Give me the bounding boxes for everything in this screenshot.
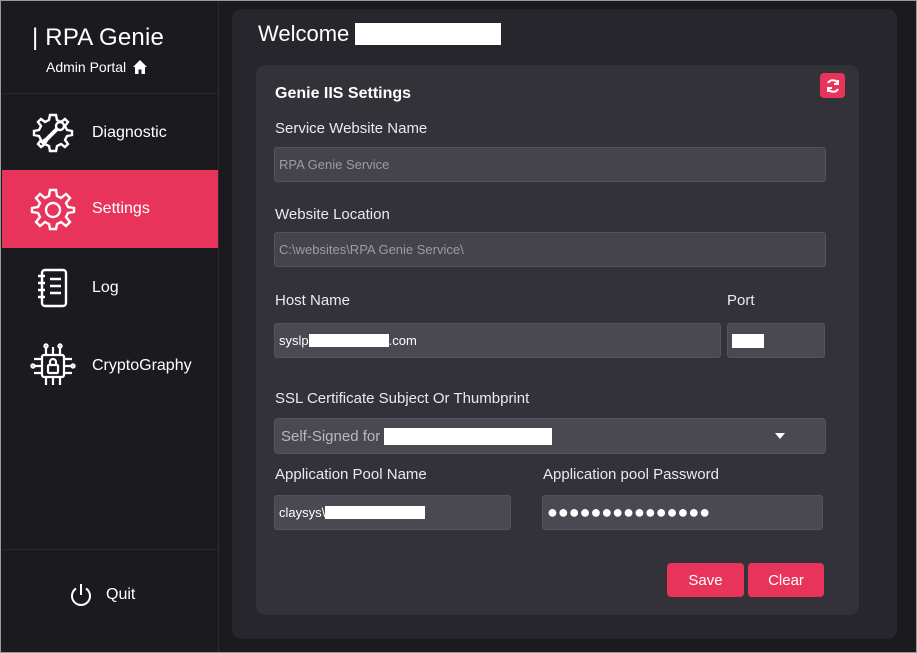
save-button[interactable]: Save [667,563,744,597]
brand: | RPA Genie Admin Portal [2,2,218,94]
refresh-button[interactable] [820,73,845,98]
service-name-label: Service Website Name [275,120,428,137]
sidebar: | RPA Genie Admin Portal Diagnostic Sett… [2,2,218,652]
website-location-field[interactable]: C:\websites\RPA Genie Service\ [274,232,826,267]
gear-icon [28,184,78,234]
sidebar-separator [218,2,219,652]
website-location-label: Website Location [275,206,390,223]
ssl-certificate-select[interactable]: Self-Signed for [274,418,826,454]
welcome-text: Welcome [258,21,350,46]
ssl-selected-value: Self-Signed for [281,427,381,445]
redacted-host [308,334,389,347]
sidebar-item-diagnostic[interactable]: Diagnostic [2,94,218,172]
sidebar-item-label: Diagnostic [92,124,167,141]
notebook-icon [28,263,78,313]
main-panel: Welcome Genie IIS Settings Service Websi… [232,9,897,639]
chevron-down-icon [775,433,785,439]
redacted-port [732,333,764,348]
port-label: Port [727,292,755,309]
quit-button[interactable]: Quit [68,582,135,608]
power-icon [71,584,91,606]
sidebar-item-label: CryptoGraphy [92,357,192,374]
app-pool-name-label: Application Pool Name [275,466,427,483]
home-icon [133,60,148,74]
admin-portal-link[interactable]: Admin Portal [46,59,148,75]
port-field[interactable] [727,323,825,358]
host-name-label: Host Name [275,292,351,309]
sidebar-item-label: Log [92,279,119,296]
host-prefix: syslp [279,333,309,348]
ssl-certificate-label: SSL Certificate Subject Or Thumbprint [275,390,530,407]
card-title: Genie IIS Settings [275,85,412,102]
iis-settings-card: Genie IIS Settings Service Website Name … [256,65,859,615]
gear-wrench-icon [28,108,78,158]
pool-name-prefix: claysys\ [279,505,326,520]
chip-lock-icon [28,341,78,391]
app-title: | RPA Genie [32,24,165,51]
service-name-field[interactable]: RPA Genie Service [274,147,826,182]
app-subtitle: Admin Portal [46,59,127,75]
app-pool-password-field[interactable]: ●●●●●●●●●●●●●●● [542,495,823,530]
redacted-ssl-subject [384,427,553,445]
sidebar-item-settings[interactable]: Settings [2,170,218,248]
sidebar-item-cryptography[interactable]: CryptoGraphy [2,327,218,405]
welcome-heading: Welcome [258,21,502,47]
app-window: | RPA Genie Admin Portal Diagnostic Sett… [0,0,917,653]
sidebar-item-label: Settings [92,200,150,217]
host-suffix: .com [388,333,417,348]
sidebar-item-log[interactable]: Log [2,249,218,327]
app-pool-name-field[interactable]: claysys\ [274,495,511,530]
redacted-username [355,23,502,45]
clear-button[interactable]: Clear [748,563,824,597]
quit-label: Quit [106,586,136,603]
redacted-pool-user [325,506,426,519]
refresh-icon [826,78,839,93]
host-name-field[interactable]: syslp .com [274,323,721,358]
sidebar-divider [2,549,218,550]
app-pool-password-label: Application pool Password [543,466,719,483]
